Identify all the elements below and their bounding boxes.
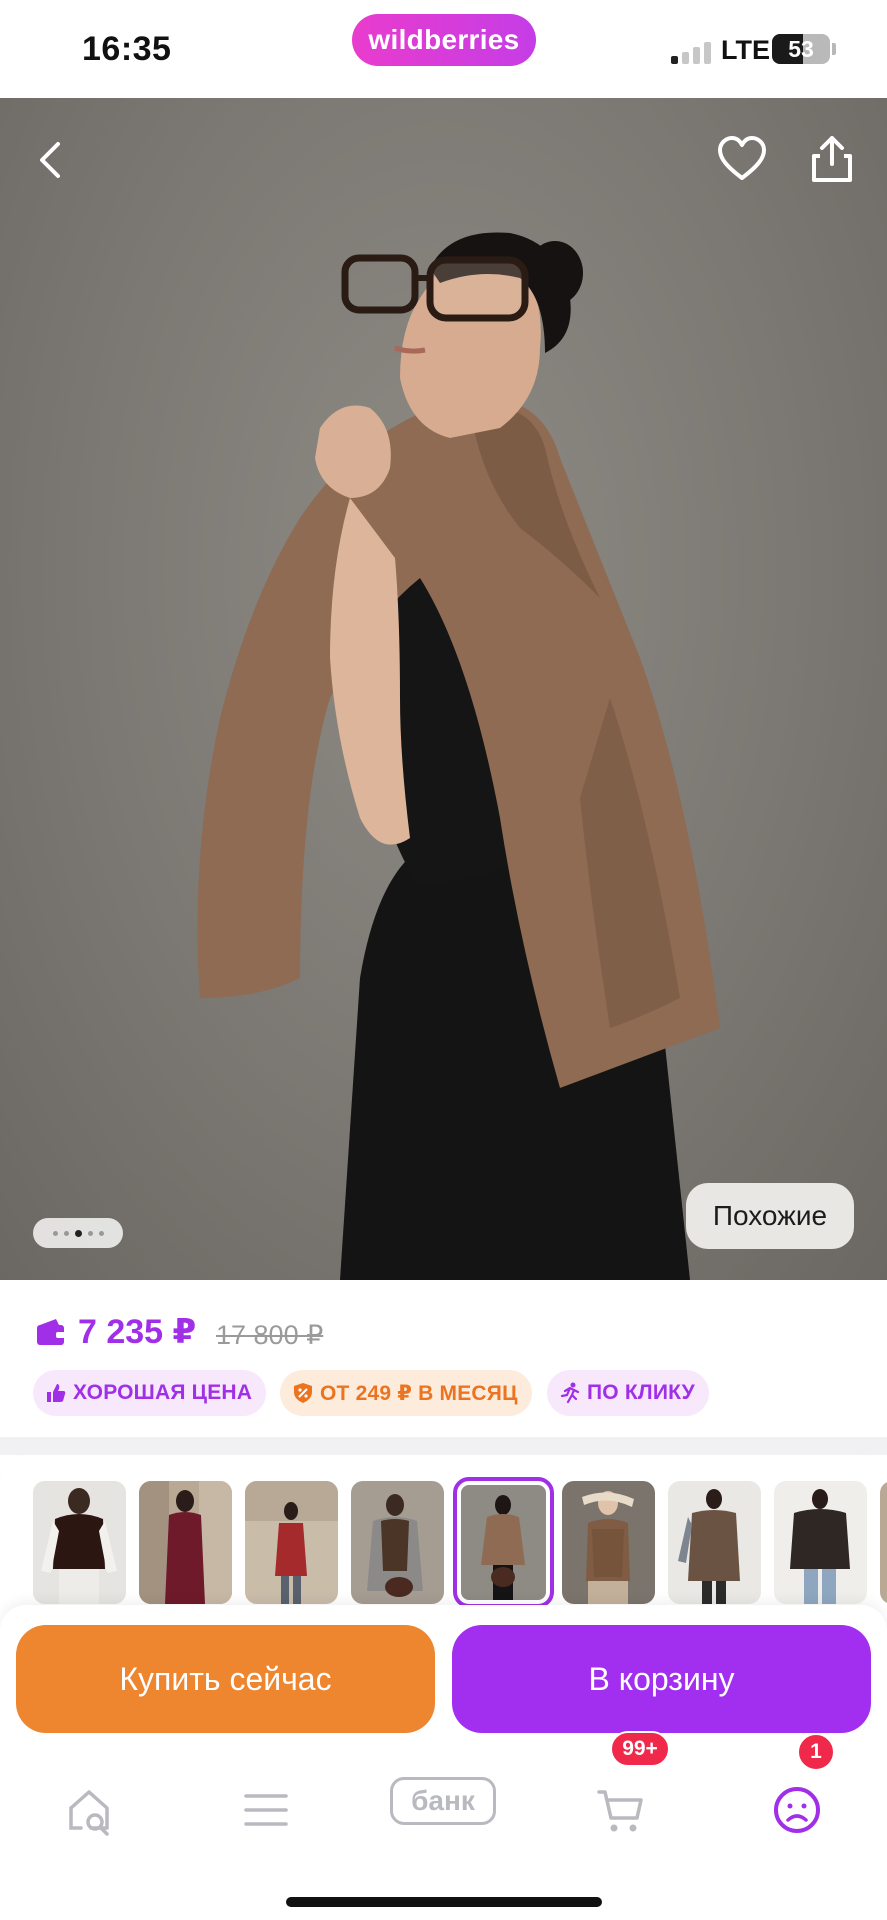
add-to-cart-button[interactable]: В корзину bbox=[452, 1625, 871, 1733]
thumbnail-selected[interactable] bbox=[453, 1477, 554, 1608]
cart-icon bbox=[597, 1790, 643, 1832]
heart-icon[interactable] bbox=[712, 130, 772, 190]
profile-icon bbox=[774, 1787, 820, 1833]
price-card: 7 235 ₽ 17 800 ₽ ХОРОШАЯ ЦЕНА ОТ 249 ₽ В… bbox=[0, 1280, 887, 1437]
battery-tip bbox=[832, 43, 836, 55]
carousel-dot bbox=[52, 1230, 58, 1236]
cart-count-badge: 99+ bbox=[610, 1731, 670, 1767]
wallet-icon bbox=[37, 1319, 65, 1345]
thumbnail[interactable] bbox=[880, 1481, 887, 1604]
badge-label: ХОРОШАЯ ЦЕНА bbox=[73, 1381, 253, 1404]
carousel-dot bbox=[98, 1230, 104, 1236]
share-icon[interactable] bbox=[802, 130, 862, 190]
status-bar: 16:35 wildberries LTE 53 bbox=[0, 0, 887, 98]
thumbnail[interactable] bbox=[33, 1481, 126, 1604]
badge-label: ПО КЛИКУ bbox=[587, 1381, 695, 1404]
battery-icon: 53 bbox=[772, 34, 830, 64]
percent-shield-icon bbox=[294, 1383, 312, 1403]
old-price: 17 800 ₽ bbox=[216, 1320, 324, 1350]
menu-icon bbox=[244, 1794, 288, 1826]
thumbnail-row bbox=[0, 1455, 887, 1615]
battery-level: 53 bbox=[788, 35, 814, 62]
carousel-dot-active bbox=[74, 1229, 82, 1237]
bottom-nav: банк 99+ 1 bbox=[0, 1731, 887, 1920]
current-price: 7 235 ₽ bbox=[78, 1313, 197, 1351]
nav-cart[interactable] bbox=[586, 1775, 656, 1845]
nav-bank[interactable]: банк bbox=[390, 1777, 496, 1825]
similar-button[interactable]: Похожие bbox=[686, 1183, 854, 1249]
status-time: 16:35 bbox=[82, 30, 172, 68]
carousel-dot bbox=[63, 1230, 69, 1236]
nav-profile[interactable] bbox=[762, 1775, 832, 1845]
home-indicator[interactable] bbox=[286, 1897, 602, 1907]
runner-icon bbox=[560, 1382, 580, 1404]
home-search-icon bbox=[69, 1790, 109, 1836]
badge-label: ОТ 249 ₽ В МЕСЯЦ bbox=[320, 1381, 518, 1405]
thumbs-up-icon bbox=[47, 1384, 66, 1402]
nav-catalog[interactable] bbox=[231, 1775, 301, 1845]
carousel-indicator[interactable] bbox=[33, 1218, 123, 1248]
action-bar: Купить сейчас В корзину bbox=[0, 1605, 887, 1745]
product-photo[interactable] bbox=[0, 98, 887, 1280]
badge-one-click[interactable]: ПО КЛИКУ bbox=[547, 1370, 709, 1416]
brand-logo[interactable]: wildberries bbox=[352, 14, 536, 66]
badge-installment[interactable]: ОТ 249 ₽ В МЕСЯЦ bbox=[280, 1370, 532, 1416]
model-illustration bbox=[197, 232, 720, 1280]
thumbnail[interactable] bbox=[351, 1481, 444, 1604]
nav-home[interactable] bbox=[56, 1775, 126, 1845]
buy-now-button[interactable]: Купить сейчас bbox=[16, 1625, 435, 1733]
thumbnail[interactable] bbox=[139, 1481, 232, 1604]
thumbnail[interactable] bbox=[774, 1481, 867, 1604]
signal-icon bbox=[671, 38, 713, 64]
section-gap bbox=[0, 1437, 887, 1455]
thumbnail[interactable] bbox=[562, 1481, 655, 1604]
thumbnail[interactable] bbox=[245, 1481, 338, 1604]
carousel-dot bbox=[87, 1230, 93, 1236]
badge-good-price[interactable]: ХОРОШАЯ ЦЕНА bbox=[33, 1370, 267, 1416]
thumbnail[interactable] bbox=[668, 1481, 761, 1604]
profile-notification-badge: 1 bbox=[797, 1733, 835, 1771]
back-arrow-icon[interactable] bbox=[22, 130, 82, 190]
thumbnail-strip[interactable] bbox=[0, 1455, 887, 1615]
network-label: LTE bbox=[721, 35, 770, 65]
